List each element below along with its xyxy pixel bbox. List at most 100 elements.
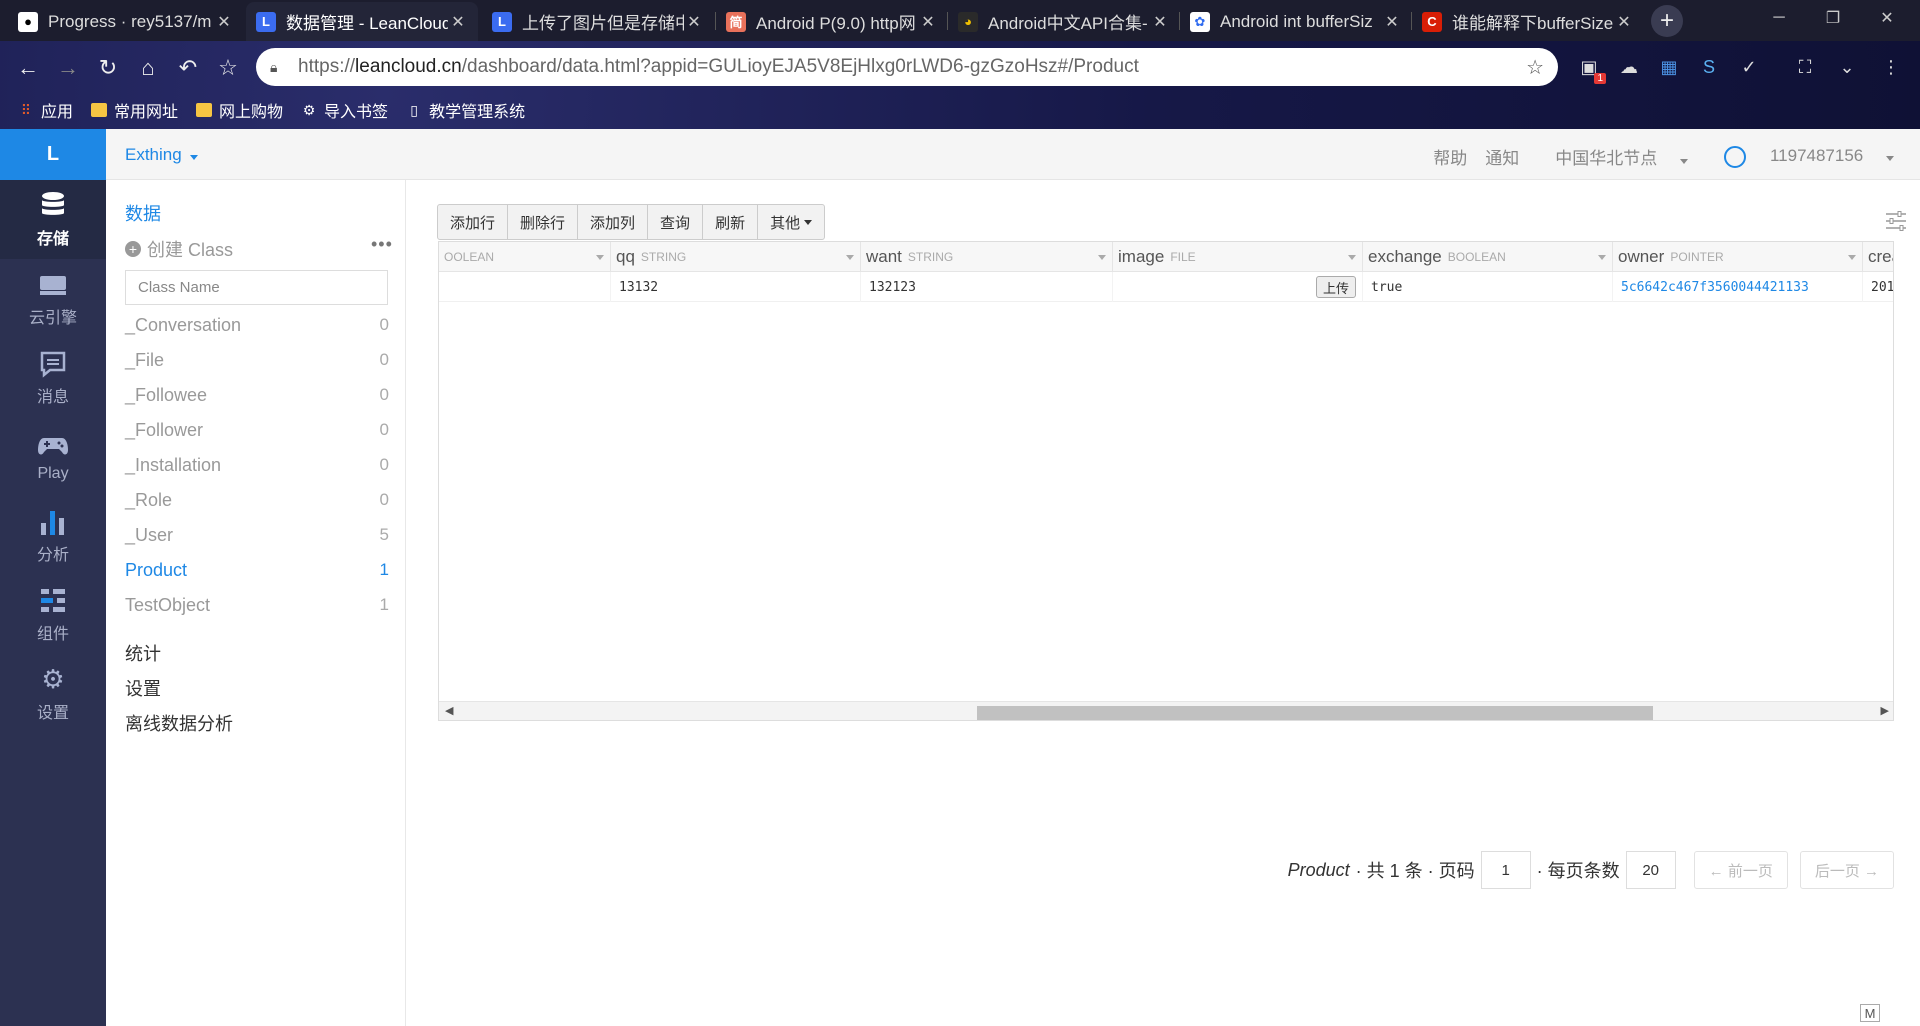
nav-storage[interactable]: 存储 [0,180,106,259]
cell-createdat[interactable]: 201 [1863,272,1893,302]
notify-link[interactable]: 通知 [1485,144,1519,169]
scrollbar-thumb[interactable] [977,706,1653,720]
bookmark-import[interactable]: ⚙ 导入书签 [301,98,388,122]
close-icon[interactable]: ✕ [918,12,938,32]
next-page-button[interactable]: 后一页 → [1799,851,1894,889]
chevron-down-icon[interactable] [846,255,854,260]
horizontal-scrollbar[interactable]: ◀ ▶ [439,701,1893,720]
cell-owner-pointer[interactable]: 5c6642c467f3560044421133 [1613,272,1863,302]
cell-image[interactable]: 上传 [1113,272,1363,302]
reload-icon[interactable]: ↻ [92,52,124,84]
column-header-exchange[interactable]: exchange BOOLEAN [1363,242,1613,272]
home-icon[interactable]: ⌂ [132,52,164,84]
close-icon[interactable]: ✕ [1382,12,1402,32]
chevron-down-icon[interactable]: ⌄ [1834,54,1860,80]
class-item-installation[interactable]: _Installation 0 [125,450,389,480]
scroll-right-icon[interactable]: ▶ [1881,704,1889,717]
extension-check-icon[interactable]: ✓ [1736,54,1762,80]
create-class-button[interactable]: + 创建 Class [125,236,233,262]
close-window-icon[interactable]: ✕ [1854,0,1920,36]
bookmark-star-icon[interactable]: ☆ [212,52,244,84]
tab-jianshu-android[interactable]: 简 Android P(9.0) http网 ✕ [716,2,948,41]
bookmark-teaching-system[interactable]: ▯ 教学管理系统 [406,98,525,122]
tab-android-api[interactable]: ◕ Android中文API合集- ✕ [948,2,1180,41]
nav-play[interactable]: Play [0,417,106,496]
bookmark-common-sites[interactable]: 常用网址 [91,98,178,122]
column-header-qq[interactable]: qq STRING [611,242,861,272]
user-menu[interactable]: 1197487156 [1706,145,1894,168]
nav-cloud-engine[interactable]: 云引擎 [0,259,106,338]
tab-baidu-buffersize[interactable]: ✿ Android int bufferSiz ✕ [1180,2,1412,41]
nav-settings-link[interactable]: 设置 [125,675,161,701]
class-name-search-input[interactable] [125,270,388,305]
tab-leancloud-data[interactable]: L 数据管理 - LeanCloud ✕ [246,2,478,41]
forward-icon[interactable]: → [52,52,84,84]
section-data-title[interactable]: 数据 [125,200,161,226]
help-link[interactable]: 帮助 [1433,144,1467,169]
more-options-icon[interactable]: ••• [371,234,393,255]
bookmark-apps[interactable]: ⠿ 应用 [18,98,73,122]
nav-message[interactable]: 消息 [0,338,106,417]
close-icon[interactable]: ✕ [1150,12,1170,32]
chevron-down-icon[interactable] [1348,255,1356,260]
upload-file-button[interactable]: 上传 [1315,276,1356,298]
column-settings-icon[interactable] [1885,210,1907,232]
class-item-product[interactable]: Product 1 [125,555,389,585]
class-item-user[interactable]: _User 5 [125,520,389,550]
column-header-boolean[interactable]: OOLEAN [439,242,611,272]
new-tab-button[interactable]: + [1651,5,1683,37]
page-number-input[interactable]: 1 [1480,851,1531,889]
class-item-role[interactable]: _Role 0 [125,485,389,515]
menu-dots-icon[interactable]: ⋮ [1878,54,1904,80]
tab-csdn-buffersize[interactable]: C 谁能解释下bufferSize ✕ [1412,2,1644,41]
add-column-button[interactable]: 添加列 [578,205,649,239]
cell-boolean[interactable] [439,272,611,302]
nav-settings[interactable]: ⚙ 设置 [0,654,106,733]
scroll-left-icon[interactable]: ◀ [445,704,453,717]
nav-offline-analysis[interactable]: 离线数据分析 [125,710,233,736]
per-page-input[interactable]: 20 [1625,851,1676,889]
column-header-want[interactable]: want STRING [861,242,1113,272]
other-dropdown-button[interactable]: 其他 [758,205,824,239]
nav-analytics[interactable]: 分析 [0,496,106,575]
column-header-image[interactable]: image FILE [1113,242,1363,272]
bookmark-shopping[interactable]: 网上购物 [196,98,283,122]
tab-leancloud-question[interactable]: L 上传了图片但是存储中 ✕ [482,2,714,41]
cell-want[interactable]: 132123 [861,272,1113,302]
app-selector[interactable]: Exthing [125,145,199,165]
query-button[interactable]: 查询 [648,205,704,239]
back-icon[interactable]: ← [12,52,44,84]
column-header-owner[interactable]: owner POINTER [1613,242,1863,272]
class-item-testobject[interactable]: TestObject 1 [125,590,389,620]
tab-github-progress[interactable]: ● Progress · rey5137/m ✕ [8,2,244,41]
class-item-followee[interactable]: _Followee 0 [125,380,389,410]
close-icon[interactable]: ✕ [448,12,468,32]
close-icon[interactable]: ✕ [1614,12,1634,32]
extension-s-icon[interactable]: S [1696,54,1722,80]
chevron-down-icon[interactable] [1848,255,1856,260]
refresh-button[interactable]: 刷新 [703,205,759,239]
cell-qq[interactable]: 13132 [611,272,861,302]
region-selector[interactable]: 中国华北节点 [1537,144,1688,169]
prev-page-button[interactable]: ← 前一页 [1693,851,1788,889]
class-item-file[interactable]: _File 0 [125,345,389,375]
table-row[interactable]: 13132 132123 上传 true 5c6642c467f35600444… [439,272,1893,302]
extension-camera-icon[interactable]: ▣ 1 [1576,54,1606,84]
class-item-conversation[interactable]: _Conversation 0 [125,310,389,340]
chevron-down-icon[interactable] [1098,255,1106,260]
address-bar[interactable]: 🔒︎ https://leancloud.cn/dashboard/data.h… [256,48,1558,86]
chevron-down-icon[interactable] [1598,255,1606,260]
column-header-createdat[interactable]: crea [1863,242,1893,272]
close-icon[interactable]: ✕ [214,12,234,32]
crop-icon[interactable]: ⛶ [1792,54,1818,80]
extension-translate-icon[interactable]: ▦ [1656,54,1682,80]
delete-row-button[interactable]: 删除行 [508,205,579,239]
add-row-button[interactable]: 添加行 [438,205,509,239]
nav-components[interactable]: 组件 [0,575,106,654]
nav-statistics[interactable]: 统计 [125,640,161,666]
leancloud-logo[interactable]: L [0,129,106,180]
undo-icon[interactable]: ↶ [172,52,204,84]
close-icon[interactable]: ✕ [684,12,704,32]
star-icon[interactable]: ☆ [1526,55,1544,80]
extension-cloud-icon[interactable]: ☁ [1616,54,1642,80]
